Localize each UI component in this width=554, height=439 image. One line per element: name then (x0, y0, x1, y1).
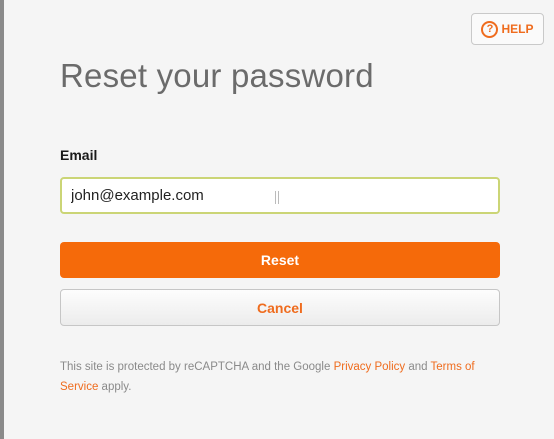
recaptcha-notice: This site is protected by reCAPTCHA and … (60, 357, 505, 397)
reset-password-panel: ? HELP Reset your password Email Reset C… (4, 0, 554, 439)
recaptcha-text-middle: and (405, 361, 431, 373)
help-label: HELP (501, 22, 534, 36)
page-title: Reset your password (60, 57, 374, 94)
cancel-button[interactable]: Cancel (60, 289, 500, 326)
recaptcha-text-before: This site is protected by reCAPTCHA and … (60, 361, 334, 373)
privacy-policy-link[interactable]: Privacy Policy (334, 361, 406, 373)
question-circle-icon: ? (481, 20, 499, 38)
text-cursor-icon (275, 191, 279, 204)
help-button[interactable]: ? HELP (471, 13, 544, 45)
email-field[interactable] (60, 177, 500, 214)
recaptcha-text-after: apply. (98, 381, 132, 393)
reset-button[interactable]: Reset (60, 242, 500, 278)
email-label: Email (60, 147, 98, 163)
